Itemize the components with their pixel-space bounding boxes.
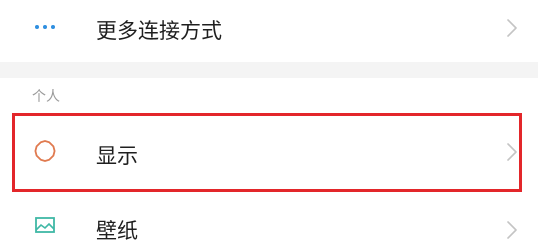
more-dots-icon — [30, 12, 60, 42]
chevron-right-icon — [506, 18, 518, 38]
section-header-personal: 个人 — [32, 89, 60, 105]
more-connections-row[interactable]: 更多连接方式 — [0, 0, 538, 60]
sun-gear-icon — [30, 136, 60, 166]
wallpaper-label: 壁纸 — [96, 219, 138, 243]
section-divider — [0, 62, 538, 78]
display-row[interactable]: 显示 — [0, 116, 538, 185]
wallpaper-row[interactable]: 壁纸 — [0, 200, 538, 243]
display-label: 显示 — [96, 144, 138, 168]
chevron-right-icon — [506, 220, 518, 240]
chevron-right-icon — [506, 142, 518, 162]
more-connections-label: 更多连接方式 — [96, 19, 222, 43]
wallpaper-icon — [30, 212, 60, 242]
